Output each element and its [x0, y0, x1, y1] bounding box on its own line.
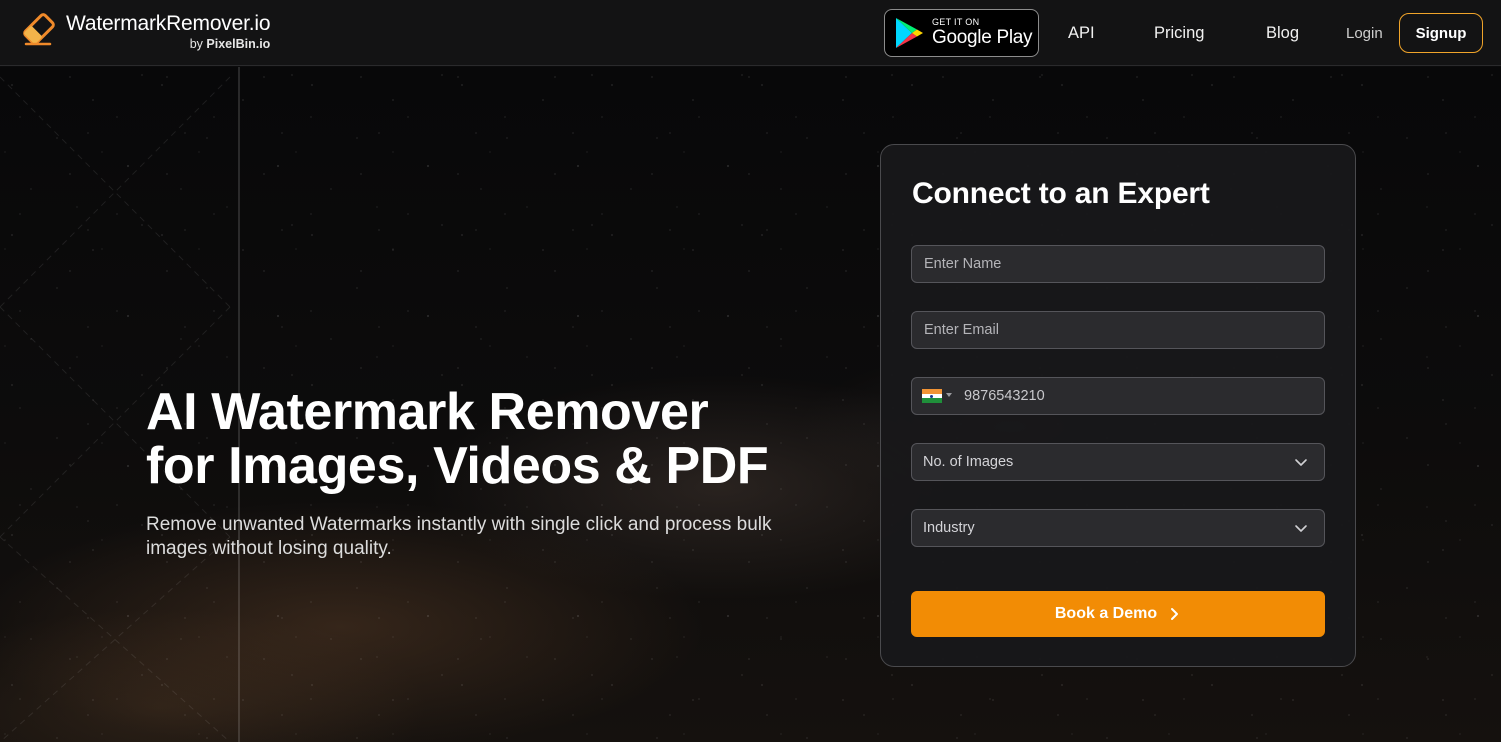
industry-label: Industry	[923, 520, 975, 536]
chevron-right-icon	[1171, 608, 1179, 620]
india-flag-icon[interactable]	[922, 389, 942, 403]
logo-eraser-icon	[23, 13, 55, 46]
phone-input[interactable]	[956, 378, 1316, 414]
email-input[interactable]	[911, 311, 1325, 349]
demo-request-form: Connect to an Expert No. of Images Indus…	[880, 144, 1356, 667]
chevron-down-icon	[1295, 459, 1307, 466]
hero-title-line-2: for Images, Videos & PDF	[146, 437, 769, 495]
google-play-small-text: GET IT ON	[932, 17, 980, 27]
nav-login[interactable]: Login	[1346, 25, 1383, 42]
hero-subtitle: Remove unwanted Watermarks instantly wit…	[146, 514, 772, 559]
google-play-icon	[896, 18, 923, 48]
brand-logo[interactable]: WatermarkRemover.io by PixelBin.io	[20, 11, 271, 51]
no-of-images-label: No. of Images	[923, 454, 1014, 470]
nav-blog[interactable]: Blog	[1266, 24, 1299, 43]
logo-subtitle: by PixelBin.io	[66, 37, 271, 51]
book-a-demo-button[interactable]: Book a Demo	[911, 591, 1325, 637]
signup-button[interactable]: Signup	[1399, 13, 1483, 53]
google-play-badge[interactable]: GET IT ON Google Play	[884, 9, 1039, 57]
top-navbar: WatermarkRemover.io by PixelBin.io GET I…	[0, 0, 1501, 66]
no-of-images-select[interactable]: No. of Images	[911, 443, 1325, 481]
google-play-big-text: Google Play	[932, 27, 1033, 48]
form-title: Connect to an Expert	[912, 177, 1210, 210]
industry-select[interactable]: Industry	[911, 509, 1325, 547]
hero-title: AI Watermark Remover for Images, Videos …	[146, 385, 846, 493]
chevron-down-icon	[1295, 525, 1307, 532]
country-caret-icon[interactable]	[946, 393, 952, 397]
nav-pricing[interactable]: Pricing	[1154, 24, 1204, 43]
logo-by: by	[189, 37, 203, 51]
phone-field	[911, 377, 1325, 415]
logo-brand: PixelBin.io	[206, 37, 271, 51]
book-a-demo-label: Book a Demo	[1054, 605, 1158, 622]
name-input[interactable]	[911, 245, 1325, 283]
logo-title: WatermarkRemover.io	[66, 12, 271, 35]
nav-api[interactable]: API	[1068, 24, 1095, 43]
hero-title-line-1: AI Watermark Remover	[146, 383, 709, 441]
